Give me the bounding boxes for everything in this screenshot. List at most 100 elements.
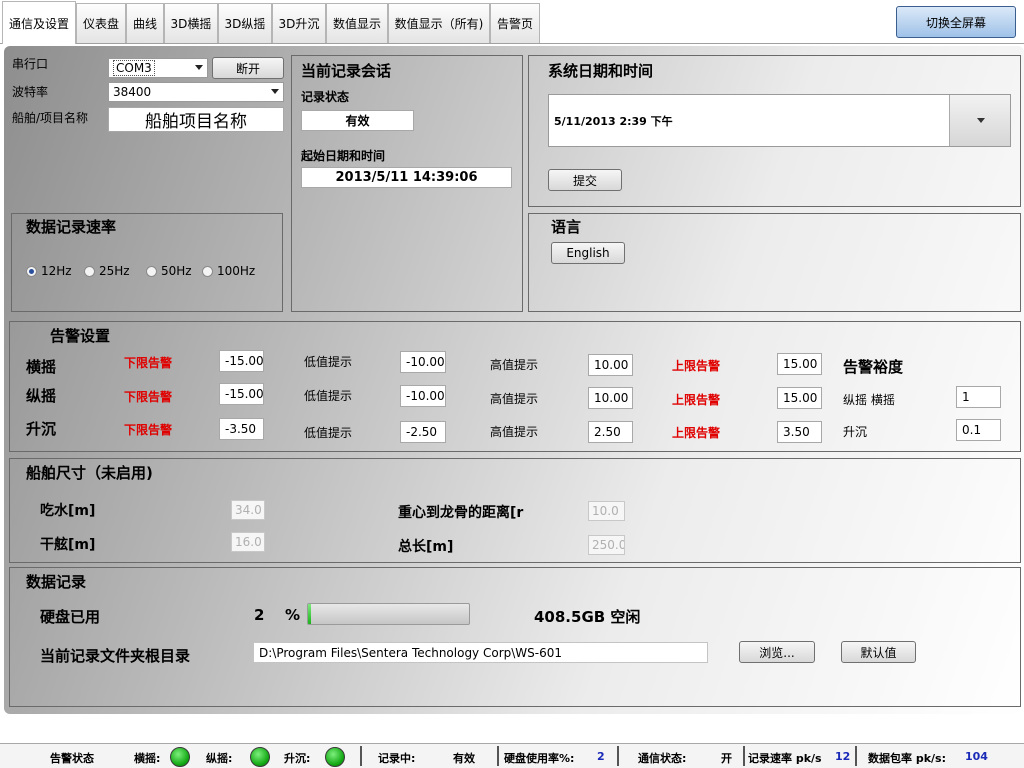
roll-low-warn-input[interactable]: -10.00: [400, 351, 446, 373]
rate-50hz-radio[interactable]: 50Hz: [146, 264, 192, 278]
disk-used-label: 硬盘已用: [40, 608, 101, 626]
status-separator: [497, 746, 499, 766]
port-select[interactable]: COM3: [108, 58, 208, 78]
disk-free: 408.5GB 空闲: [534, 608, 641, 626]
alarm-state-label: 告警状态: [50, 752, 94, 765]
language-title: 语言: [551, 218, 582, 236]
record-state-value: 有效: [301, 110, 414, 131]
pitch-low-alarm-label: 下限告警: [124, 390, 173, 404]
tolerance-heave-label: 升沉: [843, 425, 868, 439]
tab-bar: 通信及设置 仪表盘 曲线 3D横摇 3D纵摇 3D升沉 数值显示 数值显示（所有…: [0, 0, 1024, 44]
disk-progress-fill: [308, 604, 312, 624]
tab-3d-pitch[interactable]: 3D纵摇: [218, 3, 272, 43]
heave-status-label: 升沉:: [284, 752, 311, 765]
ship-dim-title: 船舶尺寸（未启用): [26, 464, 153, 482]
roll-status-led-icon: [170, 747, 190, 767]
draft-label: 吃水[m]: [40, 503, 96, 519]
fullscreen-button[interactable]: 切换全屏幕: [896, 6, 1016, 38]
sysdate-dropdown-button[interactable]: [949, 95, 1010, 146]
english-button[interactable]: English: [551, 242, 625, 264]
freeboard-input[interactable]: 16.0: [231, 532, 265, 552]
tab-comm-settings[interactable]: 通信及设置: [2, 1, 76, 44]
tolerance-heave-input[interactable]: 0.1: [956, 419, 1001, 441]
heave-high-warn-label: 高值提示: [490, 425, 539, 439]
status-bar: 告警状态 横摇: 纵摇: 升沉: 记录中: 有效 硬盘使用率%: 2 通信状态:…: [0, 743, 1024, 768]
length-label: 总长[m]: [398, 539, 454, 555]
recording-value: 有效: [453, 752, 475, 765]
port-label: 串行口: [12, 57, 49, 71]
heave-low-alarm-input[interactable]: -3.50: [219, 418, 264, 440]
status-separator: [360, 746, 362, 766]
roll-high-alarm-input[interactable]: 15.00: [777, 353, 822, 375]
status-separator: [743, 746, 745, 766]
pitch-status-label: 纵摇:: [206, 752, 233, 765]
heave-high-warn-input[interactable]: 2.50: [588, 421, 633, 443]
chevron-down-icon: [195, 65, 203, 70]
rate-12hz-label: 12Hz: [41, 264, 72, 278]
pitch-low-alarm-input[interactable]: -15.00: [219, 383, 264, 405]
tab-alarm-page[interactable]: 告警页: [490, 3, 540, 43]
pitch-low-warn-input[interactable]: -10.00: [400, 385, 446, 407]
start-time-label: 起始日期和时间: [301, 149, 386, 163]
draft-input[interactable]: 34.0: [231, 500, 265, 520]
roll-label: 横摇: [26, 358, 57, 376]
sysdate-title: 系统日期和时间: [548, 62, 654, 80]
tab-3d-heave[interactable]: 3D升沉: [272, 3, 326, 43]
tab-values[interactable]: 数值显示: [326, 3, 388, 43]
status-separator: [855, 746, 857, 766]
tab-3d-roll[interactable]: 3D横摇: [164, 3, 218, 43]
pitch-high-alarm-label: 上限告警: [672, 393, 721, 407]
tab-curves[interactable]: 曲线: [126, 3, 164, 43]
pitch-high-alarm-input[interactable]: 15.00: [777, 387, 822, 409]
folder-input[interactable]: D:\Program Files\Sentera Technology Corp…: [253, 642, 708, 663]
ship-name-input[interactable]: 船舶项目名称: [108, 107, 284, 132]
baud-value: 38400: [113, 85, 152, 99]
tolerance-pitch-roll-input[interactable]: 1: [956, 386, 1001, 408]
alarm-title: 告警设置: [50, 327, 111, 345]
sysdate-value: 5/11/2013 2:39 下午: [554, 114, 673, 128]
baud-label: 波特率: [12, 85, 49, 99]
cg-keel-input[interactable]: 10.0: [588, 501, 625, 521]
pitch-high-warn-input[interactable]: 10.00: [588, 387, 633, 409]
roll-low-alarm-input[interactable]: -15.00: [219, 350, 264, 372]
heave-low-warn-input[interactable]: -2.50: [400, 421, 446, 443]
roll-high-warn-input[interactable]: 10.00: [588, 354, 633, 376]
roll-high-warn-label: 高值提示: [490, 358, 539, 372]
roll-status-label: 横摇:: [134, 752, 161, 765]
record-title: 数据记录: [26, 573, 87, 591]
chevron-down-icon: [977, 118, 985, 123]
rate-50hz-label: 50Hz: [161, 264, 192, 278]
disk-usage-label: 硬盘使用率%:: [504, 752, 575, 765]
comm-status-value: 开: [721, 752, 732, 765]
sysdate-picker[interactable]: 5/11/2013 2:39 下午: [548, 94, 1011, 147]
pitch-status-led-icon: [250, 747, 270, 767]
rate-100hz-label: 100Hz: [217, 264, 256, 278]
rate-25hz-label: 25Hz: [99, 264, 130, 278]
disk-usage-value: 2: [597, 750, 605, 763]
pitch-low-warn-label: 低值提示: [304, 389, 353, 403]
rate-100hz-radio[interactable]: 100Hz: [202, 264, 255, 278]
length-input[interactable]: 250.0: [588, 535, 625, 555]
submit-button[interactable]: 提交: [548, 169, 622, 191]
roll-high-alarm-label: 上限告警: [672, 359, 721, 373]
rate-12hz-radio[interactable]: 12Hz: [26, 264, 72, 278]
heave-low-warn-label: 低值提示: [304, 426, 353, 440]
session-title: 当前记录会话: [301, 62, 392, 80]
port-value: COM3: [113, 60, 155, 76]
rate-25hz-radio[interactable]: 25Hz: [84, 264, 130, 278]
folder-label: 当前记录文件夹根目录: [40, 647, 191, 665]
heave-low-alarm-label: 下限告警: [124, 423, 173, 437]
tab-dashboard[interactable]: 仪表盘: [76, 3, 126, 43]
disk-used-unit: %: [285, 606, 301, 624]
disconnect-button[interactable]: 断开: [212, 57, 284, 79]
tab-values-all[interactable]: 数值显示（所有): [388, 3, 490, 43]
record-state-label: 记录状态: [301, 90, 350, 104]
pitch-high-warn-label: 高值提示: [490, 392, 539, 406]
default-button[interactable]: 默认值: [841, 641, 916, 663]
heave-high-alarm-input[interactable]: 3.50: [777, 421, 822, 443]
recording-label: 记录中:: [378, 752, 416, 765]
browse-button[interactable]: 浏览...: [739, 641, 815, 663]
record-rate-value: 12: [835, 750, 851, 763]
tolerance-title: 告警裕度: [843, 358, 904, 376]
baud-select[interactable]: 38400: [108, 82, 284, 102]
